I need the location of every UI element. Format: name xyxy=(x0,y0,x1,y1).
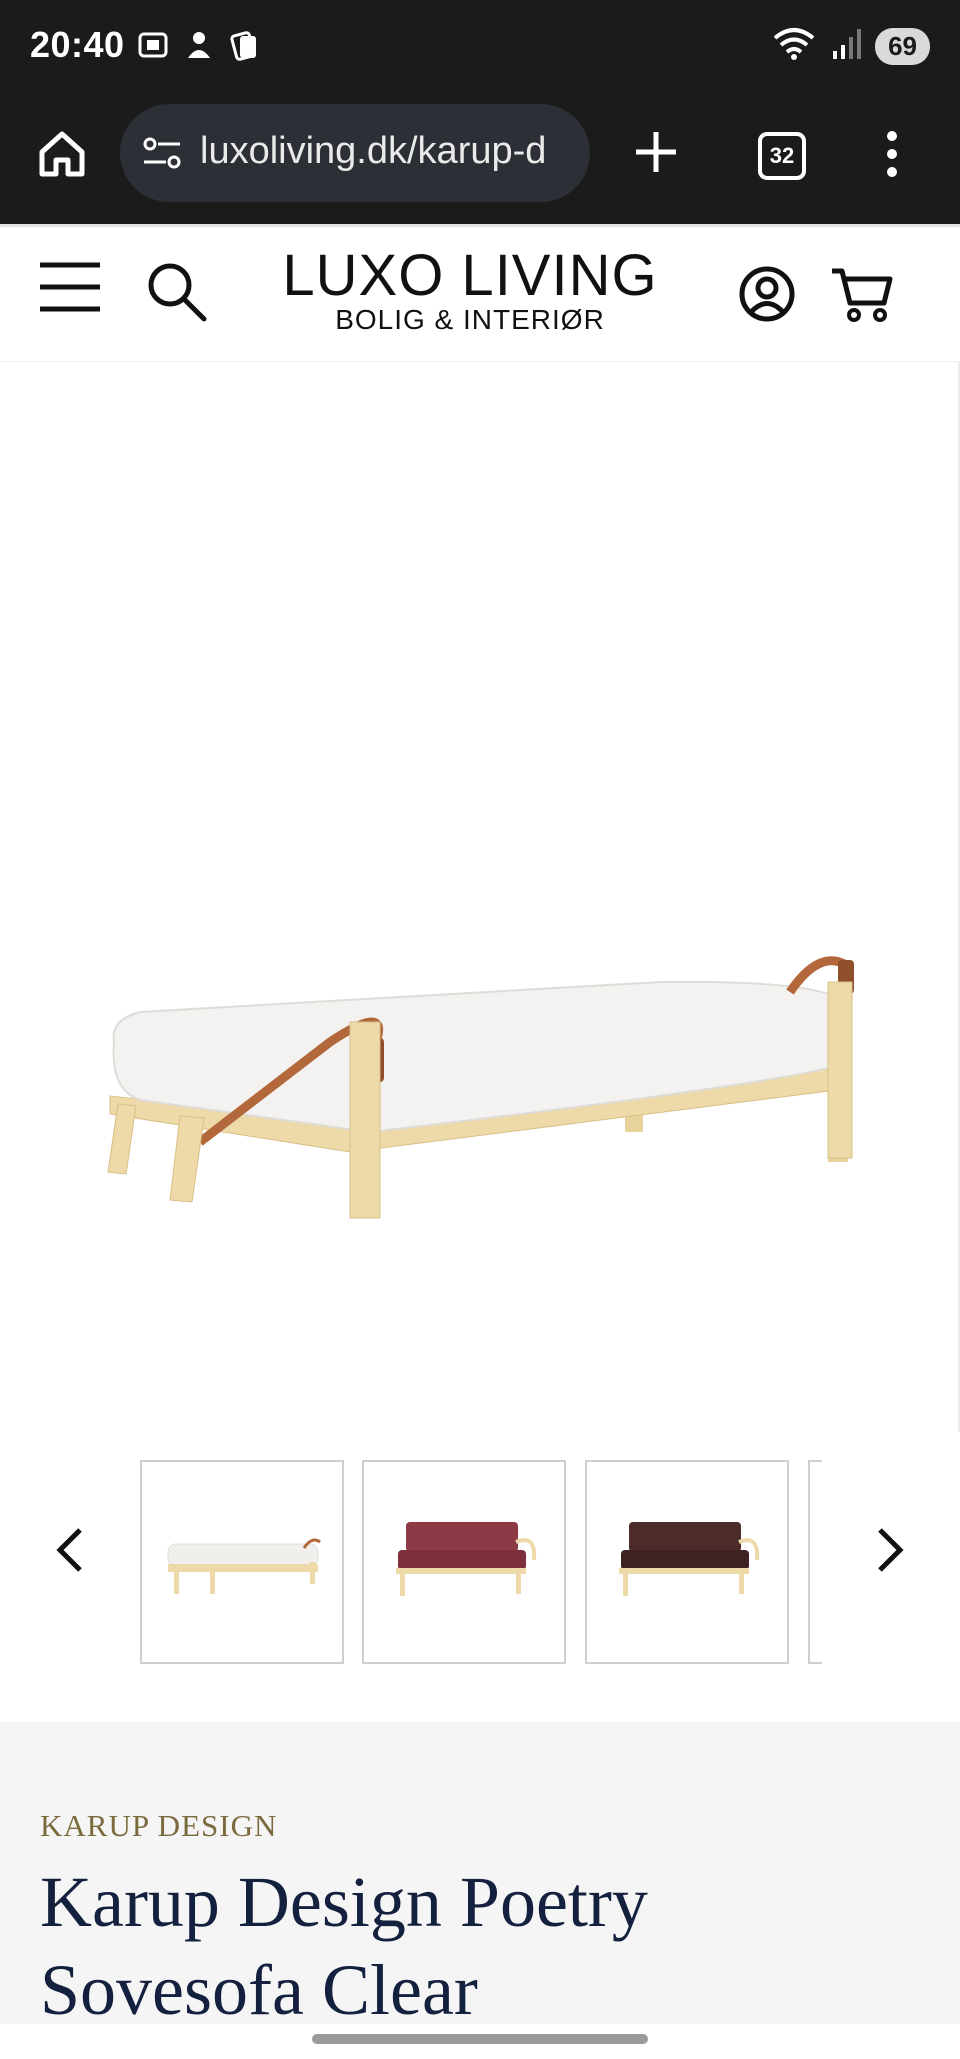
sofa-frame xyxy=(168,1564,318,1572)
mattress xyxy=(112,980,850,1134)
product-info: KARUP DESIGN Karup Design Poetry Sovesof… xyxy=(0,1722,960,2030)
hamburger-menu-icon[interactable] xyxy=(38,259,102,315)
thumbnail-natural[interactable] xyxy=(140,1460,344,1664)
thumbnail-image xyxy=(396,1522,537,1596)
sofa-frame xyxy=(396,1568,526,1574)
sofa-leg xyxy=(739,1572,744,1594)
cart-icon[interactable] xyxy=(830,265,894,325)
sofa-armpost xyxy=(827,981,853,1159)
sofa-leg xyxy=(169,1115,205,1203)
search-icon[interactable] xyxy=(146,261,208,323)
url-text: luxoliving.dk/karup-d xyxy=(200,130,547,172)
thumbnail-image xyxy=(619,1522,760,1596)
seat xyxy=(621,1550,749,1570)
sofa-frame xyxy=(619,1568,749,1574)
sofa-leg xyxy=(174,1570,179,1594)
logo-title: LUXO LIVING xyxy=(282,243,658,308)
home-button[interactable] xyxy=(34,126,90,182)
sofa-leg xyxy=(310,1562,315,1584)
chevron-right-icon[interactable] xyxy=(870,1520,910,1580)
signal-icon xyxy=(831,27,862,66)
screenshot-icon xyxy=(136,28,170,62)
sofa-leg xyxy=(516,1572,521,1594)
thumbnail-carousel xyxy=(0,1440,960,1670)
product-brand[interactable]: KARUP DESIGN xyxy=(40,1808,277,1844)
browser-toolbar: luxoliving.dk/karup-d 32 xyxy=(0,100,960,224)
status-bar: 20:40 69 xyxy=(0,0,960,100)
seat xyxy=(398,1550,526,1570)
battery-indicator: 69 xyxy=(875,28,930,65)
gesture-navigation-bar[interactable] xyxy=(312,2034,648,2044)
thumbnail-bordeaux[interactable] xyxy=(362,1460,566,1664)
notification-icons xyxy=(136,28,262,62)
status-time: 20:40 xyxy=(30,24,125,65)
site-header: LUXO LIVING BOLIG & INTERIØR xyxy=(0,224,960,363)
site-logo[interactable]: LUXO LIVING BOLIG & INTERIØR xyxy=(280,247,660,335)
wifi-icon xyxy=(771,26,817,67)
more-options-icon[interactable] xyxy=(880,128,904,180)
cards-icon xyxy=(228,28,262,62)
sofa-bed-illustration xyxy=(107,956,854,1219)
address-bar[interactable]: luxoliving.dk/karup-d xyxy=(120,104,590,202)
mattress xyxy=(167,1543,319,1567)
backrest xyxy=(406,1522,518,1552)
sofa-leg xyxy=(210,1570,215,1594)
chevron-left-icon[interactable] xyxy=(50,1520,90,1580)
sofa-leg xyxy=(623,1572,628,1596)
system-icons: 69 xyxy=(771,26,930,67)
logo-subtitle: BOLIG & INTERIØR xyxy=(335,304,605,335)
app-icon xyxy=(182,28,216,62)
new-tab-button[interactable] xyxy=(628,124,684,180)
sofa-leg xyxy=(400,1572,405,1596)
account-icon[interactable] xyxy=(738,265,796,323)
thumbnail-partial[interactable] xyxy=(808,1460,822,1664)
tab-switcher-button[interactable]: 32 xyxy=(758,132,806,180)
backrest xyxy=(629,1522,741,1552)
sofa-armpost xyxy=(349,1021,381,1219)
product-title: Karup Design Poetry Sovesofa Clear xyxy=(40,1862,648,2030)
product-main-image[interactable] xyxy=(0,362,960,1432)
site-settings-icon[interactable] xyxy=(140,132,184,176)
thumbnail-image xyxy=(167,1538,321,1594)
thumbnail-brown[interactable] xyxy=(585,1460,789,1664)
